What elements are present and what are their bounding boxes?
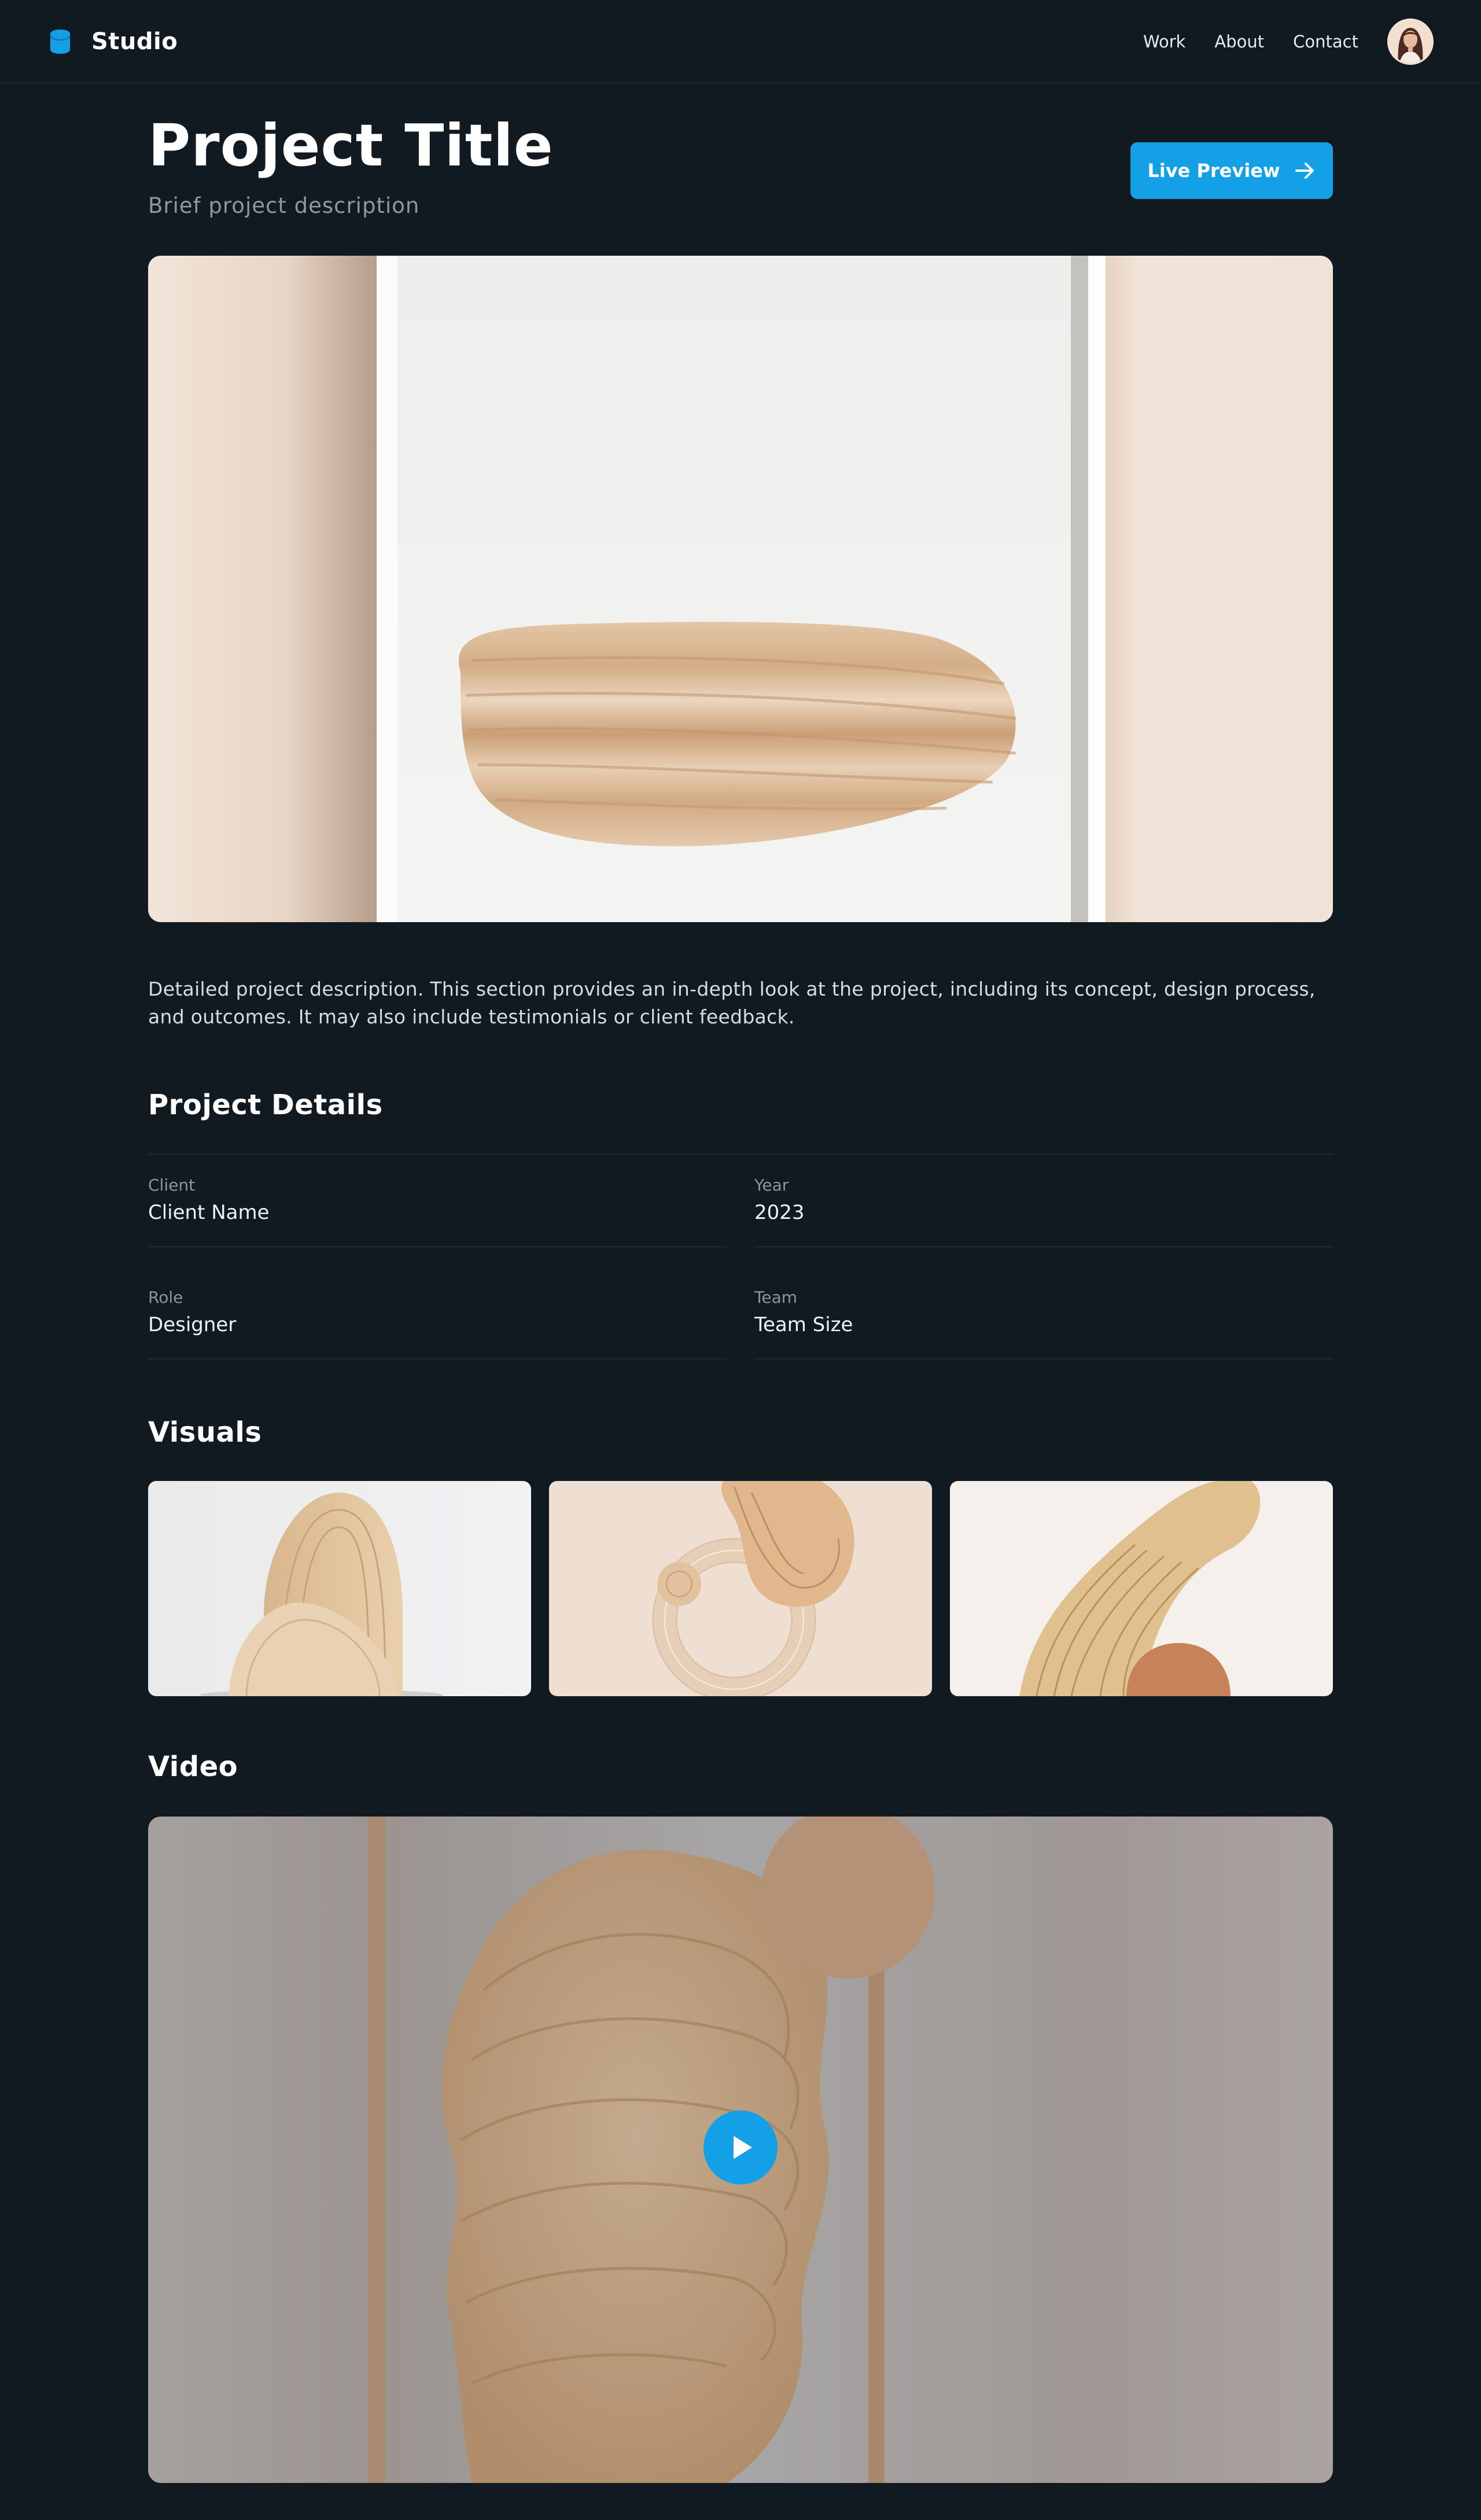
visual-thumbnail[interactable] [148,1481,531,1696]
project-header: Project Title Brief project description … [148,117,1333,221]
visual-thumbnail[interactable] [549,1481,932,1696]
detail-role: Role Designer [148,1267,727,1360]
main-nav: Work About Contact [1143,17,1434,66]
arrow-right-icon [1295,163,1314,179]
database-icon [50,30,71,54]
avatar[interactable] [1387,19,1434,65]
user-portrait-icon [1389,20,1432,63]
live-preview-button[interactable]: Live Preview [1130,142,1333,199]
project-details-heading: Project Details [148,1089,383,1121]
detail-client: Client Client Name [148,1155,727,1247]
video-player[interactable] [148,1817,1333,2483]
detail-label: Role [148,1288,183,1307]
detail-year: Year 2023 [754,1155,1333,1247]
detail-value: Designer [148,1313,237,1336]
visuals-heading: Visuals [148,1416,262,1449]
detail-value: Client Name [148,1201,270,1224]
visual-thumbnail[interactable] [950,1481,1333,1696]
top-navbar: Studio Work About Contact [0,0,1481,83]
detail-value: 2023 [754,1201,805,1224]
brand[interactable]: Studio [49,27,178,57]
play-icon [734,2136,752,2159]
nav-link-work[interactable]: Work [1143,32,1185,51]
video-heading: Video [148,1751,238,1783]
nav-link-about[interactable]: About [1214,32,1264,51]
hero-image [148,256,1333,922]
play-button[interactable] [703,2110,778,2184]
nav-link-contact[interactable]: Contact [1293,32,1358,51]
brand-name: Studio [91,28,178,55]
detail-team: Team Team Size [754,1267,1333,1360]
live-preview-label: Live Preview [1147,160,1280,182]
detail-label: Client [148,1176,196,1195]
detail-value: Team Size [754,1313,853,1336]
project-description: Detailed project description. This secti… [148,978,1316,1028]
detail-label: Team [754,1288,798,1307]
detail-label: Year [754,1176,789,1195]
